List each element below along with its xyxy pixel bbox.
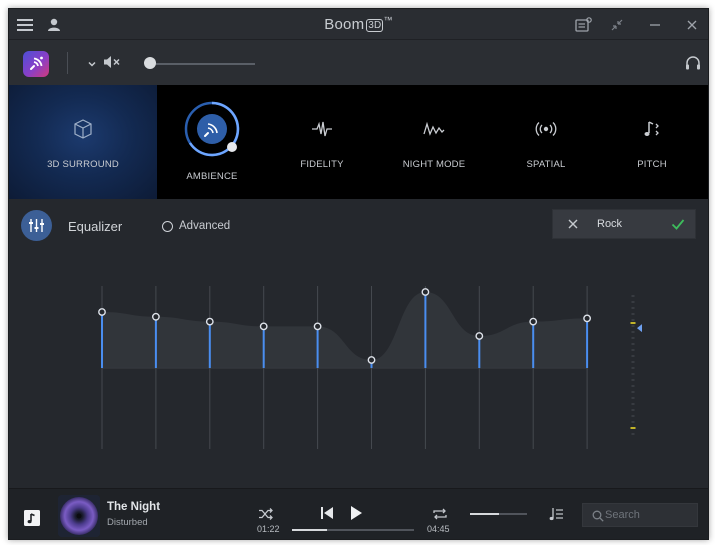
playback-progress-fill xyxy=(292,529,328,531)
eq-band-handle[interactable] xyxy=(583,314,591,323)
current-time: 01:22 xyxy=(257,524,280,534)
search-icon xyxy=(592,509,604,522)
effects-bar: 3D SURROUND AMBIENCE FIDELITY NIGHT MODE… xyxy=(9,85,708,199)
boom-logo-icon[interactable] xyxy=(23,51,49,77)
shuffle-icon[interactable] xyxy=(258,506,274,522)
eq-curve-area xyxy=(102,292,588,368)
volume-slider-track[interactable] xyxy=(149,63,255,65)
equalizer-graph xyxy=(9,254,708,474)
repeat-icon[interactable] xyxy=(432,506,448,522)
shrink-icon[interactable] xyxy=(608,16,626,34)
clear-preset-icon[interactable] xyxy=(567,217,579,229)
search-input[interactable] xyxy=(605,506,693,524)
effect-spatial-label: SPATIAL xyxy=(526,159,566,170)
headphones-icon[interactable] xyxy=(684,54,702,72)
speaker-mute-icon[interactable] xyxy=(103,54,123,70)
effect-3d-surround-label: 3D SURROUND xyxy=(47,159,119,170)
player-volume-fill xyxy=(470,513,499,515)
spatial-broadcast-icon xyxy=(535,119,557,139)
playlist-icon[interactable] xyxy=(548,506,564,522)
volume-slider-thumb[interactable] xyxy=(144,57,156,69)
effect-night-mode[interactable]: NIGHT MODE xyxy=(379,85,489,199)
equalizer-title: Equalizer xyxy=(68,219,123,234)
eq-band-handle[interactable] xyxy=(313,322,322,331)
equalizer-sliders-icon xyxy=(29,219,44,232)
cube-icon xyxy=(72,118,94,140)
effect-fidelity-label: FIDELITY xyxy=(300,159,344,170)
advanced-label[interactable]: Advanced xyxy=(179,220,230,232)
preset-selector[interactable]: Rock xyxy=(552,209,696,239)
music-note-icon xyxy=(641,119,663,139)
playback-progress[interactable] xyxy=(292,529,414,531)
app-name: Boom xyxy=(324,16,365,33)
trademark: ™ xyxy=(383,15,393,25)
notes-icon[interactable] xyxy=(574,16,592,34)
app-name-badge: 3D xyxy=(366,19,384,32)
level-meter-pointer[interactable] xyxy=(637,324,642,333)
eq-band-handle[interactable] xyxy=(205,317,214,326)
search-field[interactable] xyxy=(582,503,698,527)
minimize-icon[interactable] xyxy=(646,16,664,34)
preset-name: Rock xyxy=(597,218,623,230)
album-art[interactable] xyxy=(58,495,100,537)
eq-band-handle[interactable] xyxy=(151,312,160,321)
effect-fidelity[interactable]: FIDELITY xyxy=(267,85,377,199)
eq-band-handle[interactable] xyxy=(529,317,538,326)
window-title: Boom 3D ™ xyxy=(9,15,708,33)
skip-previous-icon[interactable] xyxy=(319,505,335,521)
effect-spatial[interactable]: SPATIAL xyxy=(491,85,601,199)
waveform-icon xyxy=(311,119,333,139)
effect-night-mode-label: NIGHT MODE xyxy=(402,159,466,170)
ambience-dial[interactable] xyxy=(182,99,242,159)
effect-ambience-label: AMBIENCE xyxy=(186,171,238,182)
equalizer-toggle-button[interactable] xyxy=(21,210,52,241)
track-artist: Disturbed xyxy=(107,517,148,528)
equalizer-curve[interactable] xyxy=(9,254,708,474)
eq-band-handle[interactable] xyxy=(259,322,268,331)
effect-ambience[interactable]: AMBIENCE xyxy=(157,85,267,199)
track-title: The Night xyxy=(107,501,161,513)
advanced-radio[interactable] xyxy=(162,221,173,232)
eq-band-handle[interactable] xyxy=(421,288,430,296)
eq-band-handle[interactable] xyxy=(98,308,106,316)
apply-preset-check-icon[interactable] xyxy=(671,217,685,231)
equalizer-header: Equalizer Advanced Rock xyxy=(9,199,708,249)
chevron-down-icon[interactable] xyxy=(87,56,97,67)
eq-band-handle[interactable] xyxy=(367,356,376,364)
effect-3d-surround[interactable]: 3D SURROUND xyxy=(9,85,157,199)
effect-pitch[interactable]: PITCH xyxy=(597,85,707,199)
title-bar: Boom 3D ™ xyxy=(9,9,708,39)
night-wave-icon xyxy=(423,119,445,139)
top-toolbar xyxy=(9,39,708,85)
player-volume-slider[interactable] xyxy=(470,513,527,515)
close-icon[interactable] xyxy=(683,16,701,34)
effect-pitch-label: PITCH xyxy=(637,159,667,170)
eq-band-handle[interactable] xyxy=(475,332,484,340)
toolbar-divider xyxy=(67,52,68,74)
play-icon[interactable] xyxy=(348,505,364,521)
player-bar: The Night Disturbed 01:22 04:45 xyxy=(9,488,708,539)
total-time: 04:45 xyxy=(427,524,450,534)
app-window: Boom 3D ™ 3D SURROUND AMBIENCE FIDELITY … xyxy=(8,8,709,540)
music-library-icon[interactable] xyxy=(23,509,41,527)
